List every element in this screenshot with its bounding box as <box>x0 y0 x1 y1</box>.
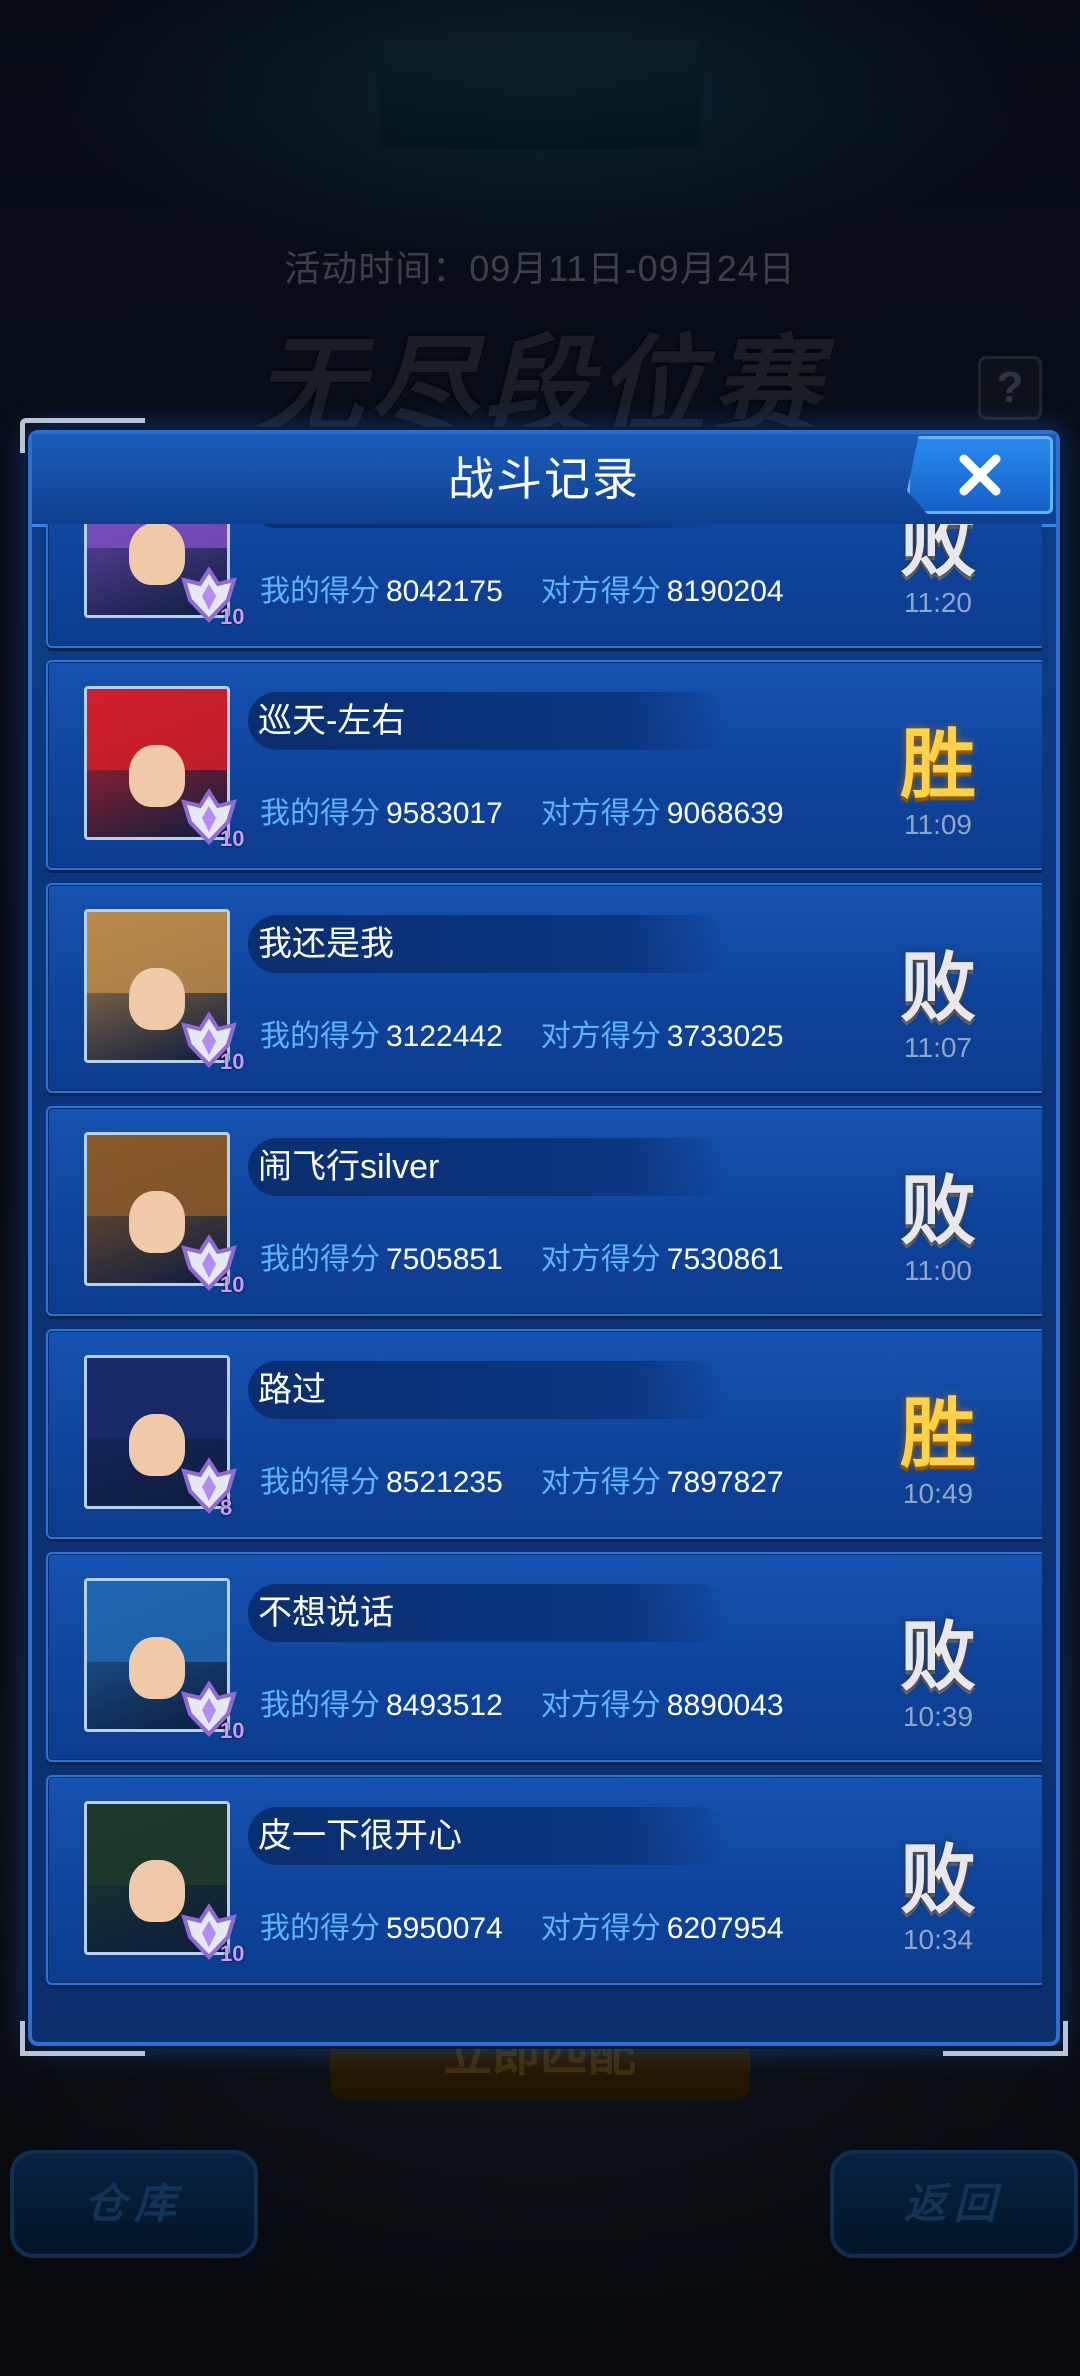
battle-record-row: 8 路过 我的得分 8521235 对方得分 7897827 胜 10:49 <box>46 1329 1042 1539</box>
opp-score-value: 9068639 <box>666 797 784 830</box>
opp-score-value: 7897827 <box>666 1466 784 1499</box>
match-time: 11:07 <box>904 1032 972 1063</box>
opp-score-label: 对方得分 <box>540 1912 661 1945</box>
my-score-value: 7505851 <box>386 1243 503 1276</box>
my-score-value: 8493512 <box>386 1689 503 1722</box>
match-time: 11:00 <box>904 1255 972 1286</box>
score-line: 我的得分 9583017 对方得分 9068639 <box>260 794 784 834</box>
my-score-label: 我的得分 <box>260 1020 380 1053</box>
close-button[interactable] <box>907 436 1053 514</box>
match-result: 败 <box>900 1615 976 1700</box>
rank-level: 10 <box>220 1272 245 1297</box>
rank-level: 10 <box>220 1049 245 1074</box>
modal-title: 战斗记录 <box>448 453 640 505</box>
battle-record-row: 10 巡天-左右 我的得分 9583017 对方得分 9068639 胜 11:09 <box>46 660 1042 870</box>
battle-record-modal: 战斗记录 10 我的得分 8042175 对方得分 8190204 败 11:20 <box>20 418 1068 2056</box>
opp-score-value: 3733025 <box>666 1020 784 1053</box>
player-avatar: 10 <box>70 1793 244 1966</box>
opp-score-value: 8890043 <box>666 1689 784 1722</box>
my-score-value: 9583017 <box>386 797 503 830</box>
opponent-name: 巡天-左右 <box>258 702 406 740</box>
match-result: 胜 <box>900 1392 976 1477</box>
battle-record-row: 10 闹飞行silver 我的得分 7505851 对方得分 7530861 败 11… <box>46 1106 1042 1316</box>
my-score-label: 我的得分 <box>260 575 380 608</box>
rank-level: 10 <box>220 826 245 851</box>
opponent-name: 不想说话 <box>258 1594 394 1632</box>
rank-level: 10 <box>220 1718 245 1743</box>
battle-record-row: 10 不想说话 我的得分 8493512 对方得分 8890043 败 10:39 <box>46 1552 1042 1762</box>
match-result: 败 <box>900 524 976 586</box>
frame-corner <box>20 2021 145 2056</box>
rank-level: 8 <box>220 1495 233 1520</box>
opp-score-label: 对方得分 <box>540 1466 661 1499</box>
frame-corner <box>943 2021 1068 2056</box>
name-bar <box>248 524 728 528</box>
opponent-name: 皮一下很开心 <box>258 1817 462 1855</box>
my-score-label: 我的得分 <box>260 1466 380 1499</box>
score-line: 我的得分 8521235 对方得分 7897827 <box>260 1463 784 1503</box>
match-time: 10:49 <box>902 1478 974 1509</box>
my-score-label: 我的得分 <box>260 797 380 830</box>
match-time: 10:39 <box>902 1701 974 1732</box>
player-avatar: 10 <box>70 901 244 1074</box>
opp-score-label: 对方得分 <box>540 797 661 830</box>
score-line: 我的得分 5950074 对方得分 6207954 <box>260 1909 784 1949</box>
rank-level: 10 <box>220 1941 245 1966</box>
opponent-name: 闹飞行silver <box>258 1148 440 1186</box>
score-line: 我的得分 3122442 对方得分 3733025 <box>260 1017 784 1057</box>
battle-record-row: 10 我还是我 我的得分 3122442 对方得分 3733025 败 11:07 <box>46 883 1042 1093</box>
close-x-icon <box>959 454 1001 496</box>
player-avatar: 10 <box>70 678 244 851</box>
score-line: 我的得分 7505851 对方得分 7530861 <box>260 1240 784 1280</box>
opp-score-value: 8190204 <box>666 575 784 608</box>
opp-score-label: 对方得分 <box>540 1243 661 1276</box>
opp-score-value: 7530861 <box>666 1243 784 1276</box>
modal-header: 战斗记录 <box>32 434 1056 527</box>
score-line: 我的得分 8493512 对方得分 8890043 <box>260 1686 784 1726</box>
match-time: 10:34 <box>902 1924 974 1955</box>
my-score-value: 5950074 <box>386 1912 503 1945</box>
my-score-value: 8521235 <box>386 1466 503 1499</box>
record-list[interactable]: 10 我的得分 8042175 对方得分 8190204 败 11:20 10 巡天-… <box>46 524 1042 2024</box>
opponent-name: 路过 <box>258 1371 326 1409</box>
my-score-label: 我的得分 <box>260 1912 380 1945</box>
match-result: 败 <box>900 1838 976 1923</box>
battle-record-row: 10 我的得分 8042175 对方得分 8190204 败 11:20 <box>46 524 1042 648</box>
opp-score-label: 对方得分 <box>540 575 661 608</box>
player-avatar: 10 <box>70 524 244 629</box>
my-score-label: 我的得分 <box>260 1243 380 1276</box>
my-score-value: 3122442 <box>386 1020 503 1053</box>
rank-level: 10 <box>220 604 245 629</box>
player-avatar: 10 <box>70 1570 244 1743</box>
score-line: 我的得分 8042175 对方得分 8190204 <box>260 572 784 612</box>
match-time: 11:20 <box>904 587 972 618</box>
my-score-label: 我的得分 <box>260 1689 380 1722</box>
player-avatar: 10 <box>70 1124 244 1297</box>
match-result: 败 <box>900 1169 976 1254</box>
battle-record-row: 10 皮一下很开心 我的得分 5950074 对方得分 6207954 败 10:34 <box>46 1775 1042 1985</box>
match-result: 胜 <box>900 723 976 808</box>
my-score-value: 8042175 <box>386 575 503 608</box>
player-avatar: 8 <box>70 1347 237 1520</box>
opp-score-label: 对方得分 <box>540 1689 661 1722</box>
match-time: 11:09 <box>904 809 972 840</box>
opp-score-label: 对方得分 <box>540 1020 661 1053</box>
opponent-name: 我还是我 <box>258 925 394 963</box>
opp-score-value: 6207954 <box>666 1912 784 1945</box>
match-result: 败 <box>900 946 976 1031</box>
